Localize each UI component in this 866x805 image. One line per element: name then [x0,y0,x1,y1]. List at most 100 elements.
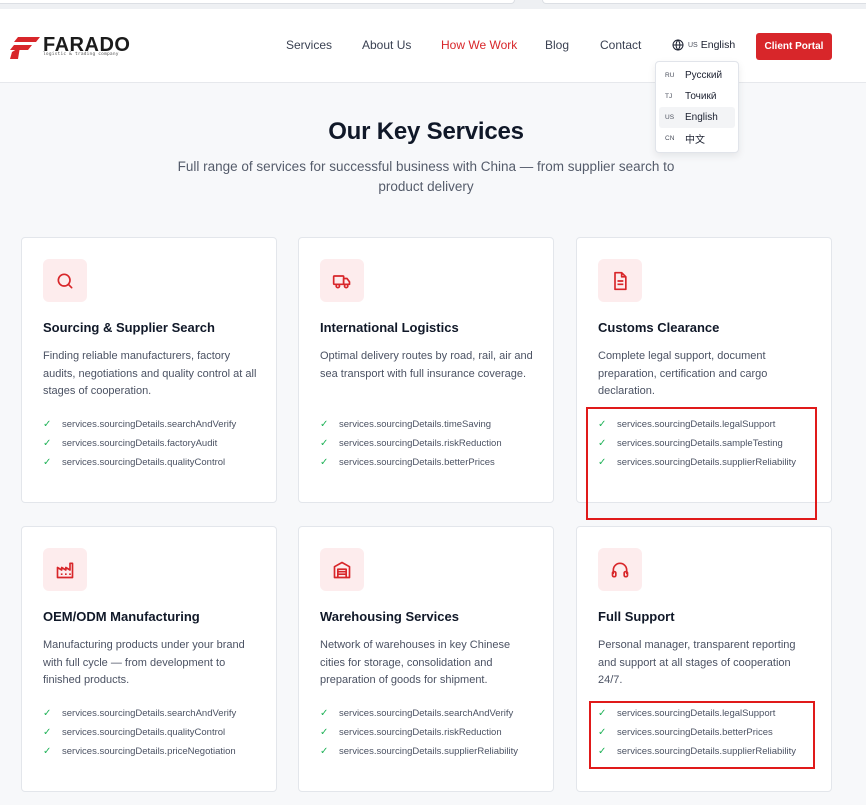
browser-tab-right[interactable] [542,0,866,4]
list-item: ✓ services.sourcingDetails.riskReduction [320,723,518,742]
service-title: OEM/ODM Manufacturing [43,609,200,624]
feature-label: services.sourcingDetails.riskReduction [339,438,502,449]
client-portal-button[interactable]: Client Portal [756,33,832,60]
language-option-tj[interactable]: TJ Точикӣ [659,86,735,107]
list-item: ✓ services.sourcingDetails.priceNegotiati… [43,742,236,761]
service-title: Full Support [598,609,675,624]
check-icon: ✓ [598,708,607,719]
list-item: ✓ services.sourcingDetails.supplierReliab… [598,453,796,472]
document-icon [598,259,642,302]
check-icon: ✓ [43,457,52,468]
list-item: ✓ services.sourcingDetails.searchAndVerif… [320,704,518,723]
check-icon: ✓ [598,746,607,757]
logo-mark-icon [10,37,40,59]
service-description: Finding reliable manufacturers, factory … [43,350,257,398]
feature-list: ✓ services.sourcingDetails.searchAndVerif… [320,704,518,761]
list-item: ✓ services.sourcingDetails.legalSupport [598,415,796,434]
section-subtitle: Full range of services for successful bu… [177,159,675,194]
feature-label: services.sourcingDetails.searchAndVerify [62,419,237,430]
list-item: ✓ services.sourcingDetails.qualityControl [43,723,236,742]
nav-contact[interactable]: Contact [600,38,641,52]
service-description: Optimal delivery routes by road, rail, a… [320,350,533,380]
feature-list: ✓ services.sourcingDetails.timeSaving ✓ se… [320,415,502,472]
service-title: Customs Clearance [598,320,720,335]
truck-icon [320,259,364,302]
service-title: Warehousing Services [320,609,459,624]
check-icon: ✓ [598,457,607,468]
list-item: ✓ services.sourcingDetails.supplierReliab… [598,742,796,761]
feature-label: services.sourcingDetails.legalSupport [617,708,776,719]
language-option-label: Точикӣ [685,91,717,102]
check-icon: ✓ [320,708,329,719]
check-icon: ✓ [320,746,329,757]
language-menu: RU Русский TJ Точикӣ US English CN 中文 [655,61,739,153]
language-code: US [688,41,698,49]
language-option-ru[interactable]: RU Русский [659,65,735,86]
brand-logo[interactable]: FARADO logistic & trading company [10,35,150,61]
check-icon: ✓ [598,727,607,738]
list-item: ✓ services.sourcingDetails.timeSaving [320,415,502,434]
language-option-cn[interactable]: CN 中文 [659,128,735,149]
language-option-label: English [685,112,718,123]
feature-label: services.sourcingDetails.qualityControl [62,457,226,468]
feature-list: ✓ services.sourcingDetails.searchAndVerif… [43,415,236,472]
list-item: ✓ services.sourcingDetails.searchAndVerif… [43,704,236,723]
list-item: ✓ services.sourcingDetails.factoryAudit [43,434,236,453]
nav-how-we-work[interactable]: How We Work [441,38,517,52]
check-icon: ✓ [598,438,607,449]
service-card-warehousing: Warehousing Services Network of warehous… [298,526,554,792]
check-icon: ✓ [43,727,52,738]
list-item: ✓ services.sourcingDetails.riskReduction [320,434,502,453]
feature-label: services.sourcingDetails.priceNegotiatio… [62,746,236,757]
check-icon: ✓ [320,419,329,430]
brand-tagline: logistic & trading company [43,52,119,57]
list-item: ✓ services.sourcingDetails.supplierReliab… [320,742,518,761]
service-description: Complete legal support, document prepara… [598,350,768,398]
service-card-logistics: International Logistics Optimal delivery… [298,237,554,503]
language-switcher[interactable]: US English [672,39,735,51]
feature-label: services.sourcingDetails.supplierReliabi… [339,746,518,757]
service-description: Network of warehouses in key Chinese cit… [320,639,511,687]
service-description: Personal manager, transparent reporting … [598,639,796,687]
feature-label: services.sourcingDetails.betterPrices [339,457,495,468]
check-icon: ✓ [320,727,329,738]
check-icon: ✓ [598,419,607,430]
feature-label: services.sourcingDetails.legalSupport [617,419,776,430]
service-card-support: Full Support Personal manager, transpare… [576,526,832,792]
check-icon: ✓ [43,708,52,719]
feature-list: ✓ services.sourcingDetails.legalSupport ✓… [598,704,796,761]
feature-label: services.sourcingDetails.supplierReliabi… [617,746,796,757]
factory-icon [43,548,87,591]
feature-label: services.sourcingDetails.searchAndVerify [339,708,514,719]
check-icon: ✓ [43,438,52,449]
feature-list: ✓ services.sourcingDetails.legalSupport ✓… [598,415,796,472]
service-card-sourcing: Sourcing & Supplier Search Finding relia… [21,237,277,503]
feature-label: services.sourcingDetails.qualityControl [62,727,226,738]
list-item: ✓ services.sourcingDetails.sampleTesting [598,434,796,453]
service-title: International Logistics [320,320,459,335]
feature-list: ✓ services.sourcingDetails.searchAndVerif… [43,704,236,761]
language-option-code: CN [665,135,675,142]
language-option-code: RU [665,72,675,79]
list-item: ✓ services.sourcingDetails.qualityControl [43,453,236,472]
feature-label: services.sourcingDetails.sampleTesting [617,438,783,449]
nav-about-us[interactable]: About Us [362,38,411,52]
service-description: Manufacturing products under your brand … [43,639,245,687]
warehouse-icon [320,548,364,591]
list-item: ✓ services.sourcingDetails.betterPrices [320,453,502,472]
feature-label: services.sourcingDetails.riskReduction [339,727,502,738]
search-icon [43,259,87,302]
feature-label: services.sourcingDetails.factoryAudit [62,438,218,449]
feature-label: services.sourcingDetails.timeSaving [339,419,492,430]
list-item: ✓ services.sourcingDetails.searchAndVerif… [43,415,236,434]
nav-blog[interactable]: Blog [545,38,569,52]
list-item: ✓ services.sourcingDetails.legalSupport [598,704,796,723]
check-icon: ✓ [43,419,52,430]
browser-tab-left[interactable] [0,0,515,4]
language-option-us[interactable]: US English [659,107,735,128]
list-item: ✓ services.sourcingDetails.betterPrices [598,723,796,742]
feature-label: services.sourcingDetails.supplierReliabi… [617,457,796,468]
language-option-code: TJ [665,93,673,100]
nav-services[interactable]: Services [286,38,332,52]
check-icon: ✓ [320,438,329,449]
